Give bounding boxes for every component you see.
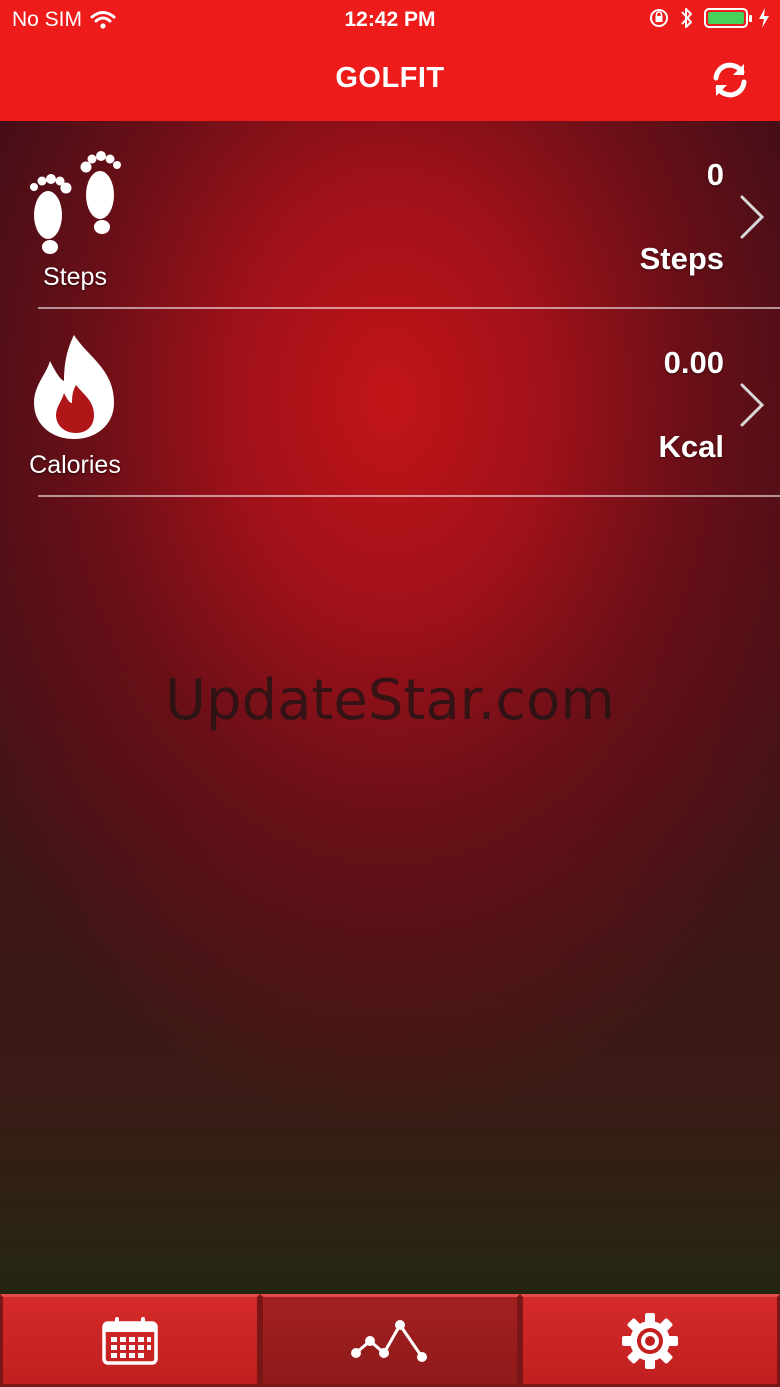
page-title: GOLFIT: [335, 62, 445, 94]
metric-row-steps[interactable]: Steps 0 Steps: [0, 121, 780, 309]
refresh-icon[interactable]: [708, 58, 752, 102]
metric-row-calories[interactable]: Calories 0.00 Kcal: [0, 309, 780, 497]
tab-bar: [0, 1294, 780, 1387]
status-right-group: [648, 6, 770, 30]
footprints-icon: [30, 151, 121, 254]
orientation-lock-icon: [650, 9, 668, 27]
activity-chart-icon: [351, 1319, 427, 1362]
gear-icon: [622, 1312, 678, 1369]
metric-label: Steps: [43, 263, 107, 291]
metric-value: 0.00: [663, 345, 724, 380]
charging-icon: [759, 8, 769, 28]
tab-calendar[interactable]: [0, 1294, 260, 1387]
metric-label: Calories: [29, 451, 121, 479]
battery-fill: [708, 12, 744, 24]
calendar-icon: [102, 1316, 158, 1365]
tab-settings[interactable]: [520, 1294, 780, 1387]
battery-icon: [704, 8, 752, 28]
chevron-right-icon: [740, 383, 765, 427]
flame-icon: [34, 335, 114, 439]
metric-unit: Steps: [639, 241, 724, 276]
bluetooth-icon: [681, 8, 692, 28]
metric-unit: Kcal: [658, 429, 724, 464]
metric-value: 0: [706, 157, 724, 192]
watermark-text: UpdateStar.com: [165, 668, 615, 733]
chevron-right-icon: [740, 195, 765, 239]
status-bar: No SIM 12:42 PM: [0, 0, 780, 40]
app-screen: No SIM 12:42 PM GOLFIT Steps 0 Steps Cal…: [0, 0, 780, 1387]
row-divider: [38, 495, 780, 497]
top-bar: No SIM 12:42 PM GOLFIT: [0, 0, 780, 121]
tab-activity[interactable]: [260, 1294, 520, 1387]
